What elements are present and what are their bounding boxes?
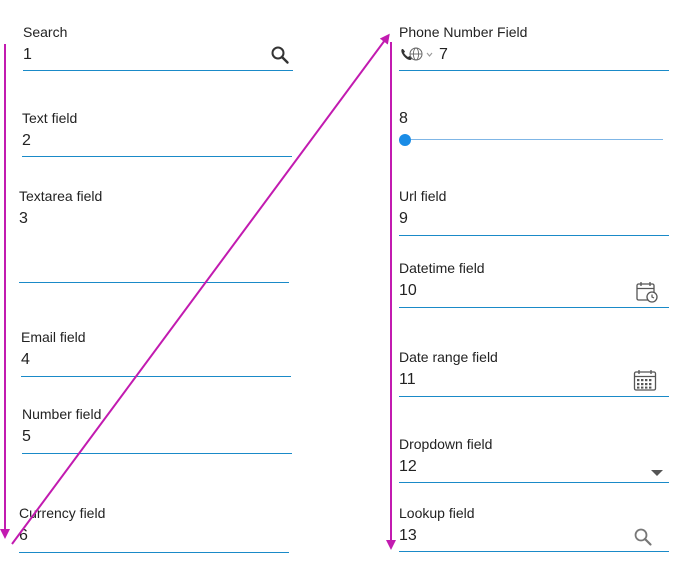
lookup-field-input[interactable]: 13 [399, 527, 417, 545]
dropdown-field[interactable]: Dropdown field 12 [399, 436, 669, 486]
daterange-field[interactable]: Date range field 11 [399, 349, 669, 399]
number-field-label: Number field [22, 406, 102, 422]
currency-field[interactable]: Currency field 6 [19, 505, 289, 555]
search-label: Search [23, 24, 68, 40]
datetime-field-label: Datetime field [399, 260, 485, 276]
slider-track[interactable] [405, 139, 663, 140]
lookup-field-label: Lookup field [399, 505, 475, 521]
datetime-field-input[interactable]: 10 [399, 282, 417, 300]
phone-field-input[interactable]: 7 [439, 46, 448, 64]
search-field[interactable]: Search 1 [23, 24, 293, 74]
daterange-field-underline [399, 396, 669, 397]
currency-field-input[interactable]: 6 [19, 527, 28, 545]
daterange-field-label: Date range field [399, 349, 498, 365]
currency-field-label: Currency field [19, 505, 106, 521]
search-icon[interactable] [633, 527, 653, 552]
number-field-underline [22, 453, 292, 454]
calendar-clock-icon[interactable] [635, 280, 659, 309]
caret-down-icon[interactable] [651, 464, 663, 482]
phone-field[interactable]: Phone Number Field 7 [399, 24, 669, 74]
email-field[interactable]: Email field 4 [21, 329, 291, 379]
url-field[interactable]: Url field 9 [399, 188, 669, 238]
datetime-field[interactable]: Datetime field 10 [399, 260, 669, 310]
dropdown-field-underline [399, 482, 669, 483]
number-field-input[interactable]: 5 [22, 428, 31, 446]
slider-thumb[interactable] [399, 134, 411, 146]
dropdown-field-value[interactable]: 12 [399, 458, 417, 476]
textarea-field[interactable]: Textarea field 3 [19, 188, 289, 288]
textarea-field-label: Textarea field [19, 188, 103, 204]
email-field-input[interactable]: 4 [21, 351, 30, 369]
email-field-underline [21, 376, 291, 377]
calendar-icon[interactable] [633, 368, 657, 397]
textarea-field-underline [19, 282, 289, 283]
text-field-input[interactable]: 2 [22, 132, 31, 150]
url-field-input[interactable]: 9 [399, 210, 408, 228]
url-field-label: Url field [399, 188, 447, 204]
number-field[interactable]: Number field 5 [22, 406, 292, 456]
search-input[interactable]: 1 [23, 46, 32, 64]
textarea-field-input[interactable]: 3 [19, 210, 28, 228]
lookup-field[interactable]: Lookup field 13 [399, 505, 669, 555]
currency-field-underline [19, 552, 289, 553]
email-field-label: Email field [21, 329, 86, 345]
url-field-underline [399, 235, 669, 236]
slider-value: 8 [399, 110, 408, 127]
text-field[interactable]: Text field 2 [22, 110, 292, 160]
dropdown-field-label: Dropdown field [399, 436, 493, 452]
phone-globe-icon[interactable] [399, 46, 435, 69]
search-icon[interactable] [270, 45, 290, 70]
slider-field[interactable]: 8 [399, 110, 664, 150]
phone-field-label: Phone Number Field [399, 24, 528, 40]
text-field-underline [22, 156, 292, 157]
phone-field-underline [399, 70, 669, 71]
lookup-field-underline [399, 551, 669, 552]
datetime-field-underline [399, 307, 669, 308]
daterange-field-input[interactable]: 11 [399, 371, 416, 389]
text-field-label: Text field [22, 110, 78, 126]
search-underline [23, 70, 293, 71]
